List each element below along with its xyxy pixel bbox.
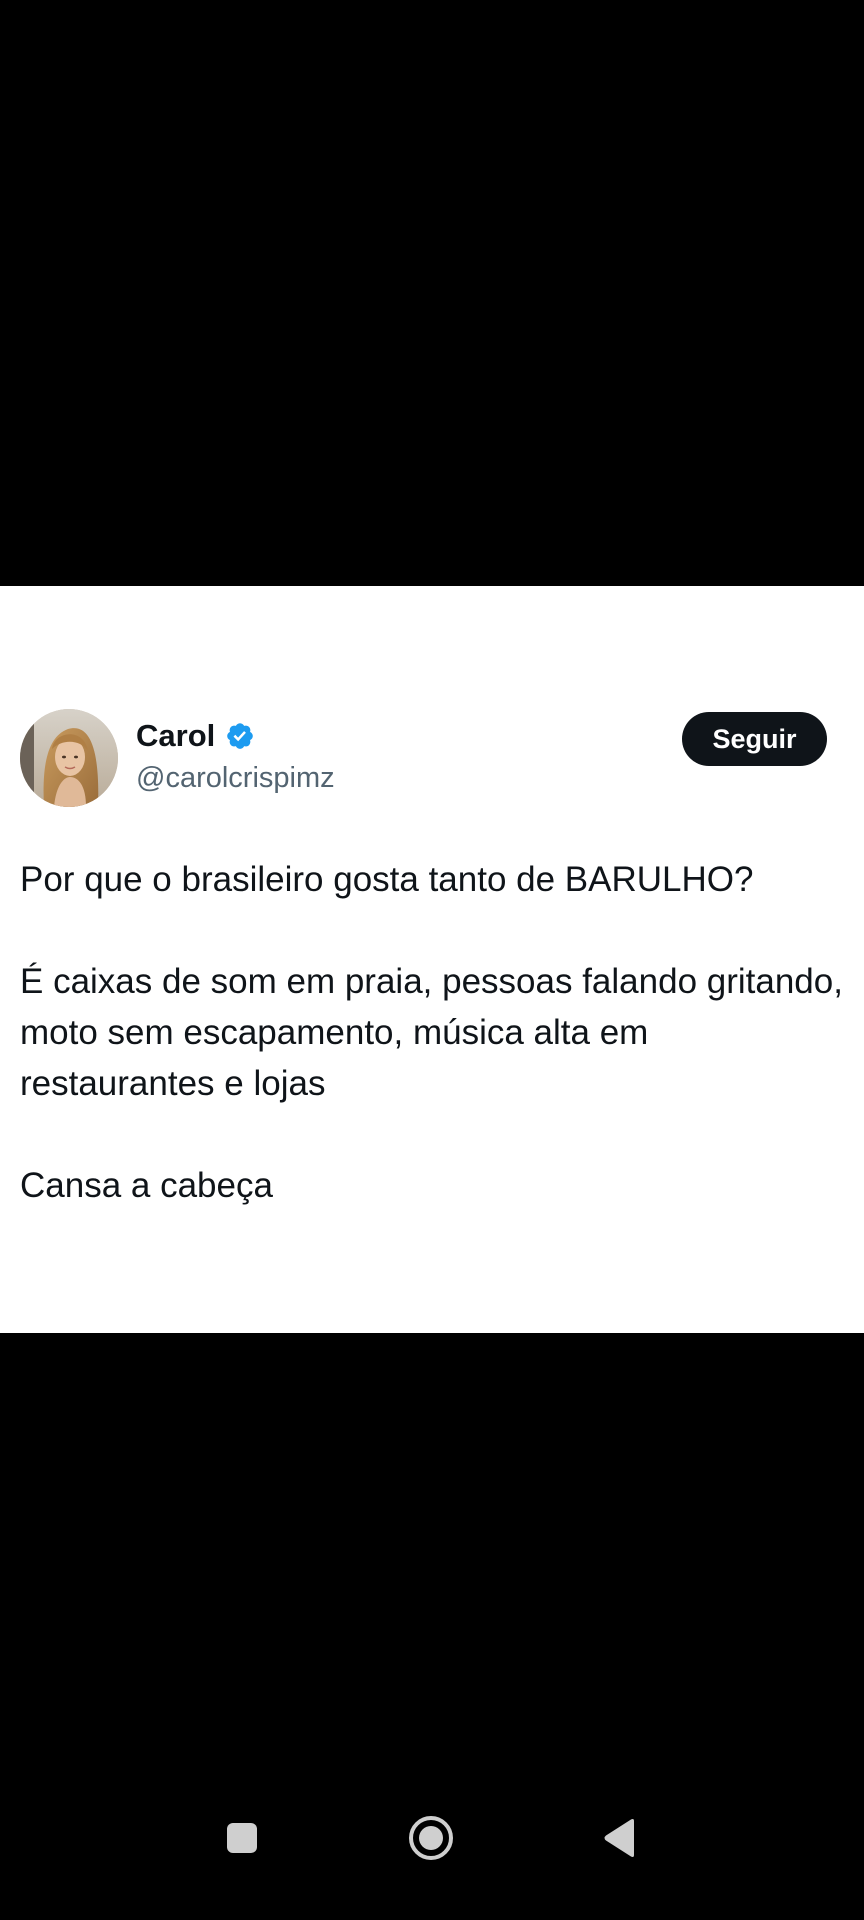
home-button[interactable] — [391, 1800, 471, 1880]
back-icon — [602, 1818, 638, 1863]
back-button[interactable] — [580, 1800, 660, 1880]
user-handle[interactable]: @carolcrispimz — [136, 760, 335, 796]
screen: Carol @carolcrispimz Seguir Por que o br… — [0, 0, 864, 1920]
tweet-text: Por que o brasileiro gosta tanto de BARU… — [20, 854, 850, 1211]
home-icon — [408, 1815, 454, 1866]
tweet-paragraph: É caixas de som em praia, pessoas faland… — [20, 962, 843, 1103]
follow-button[interactable]: Seguir — [682, 712, 827, 766]
tweet-card: Carol @carolcrispimz Seguir Por que o br… — [0, 586, 864, 1333]
avatar-image — [20, 709, 118, 807]
recents-button[interactable] — [202, 1800, 282, 1880]
recents-icon — [225, 1821, 259, 1860]
tweet-paragraph: Cansa a cabeça — [20, 1166, 273, 1205]
tweet-paragraph: Por que o brasileiro gosta tanto de BARU… — [20, 860, 754, 899]
verified-badge-icon — [225, 721, 255, 751]
display-name[interactable]: Carol — [136, 718, 215, 754]
avatar[interactable] — [20, 709, 118, 807]
system-nav-bar — [0, 1800, 864, 1920]
display-name-row[interactable]: Carol — [136, 718, 255, 754]
